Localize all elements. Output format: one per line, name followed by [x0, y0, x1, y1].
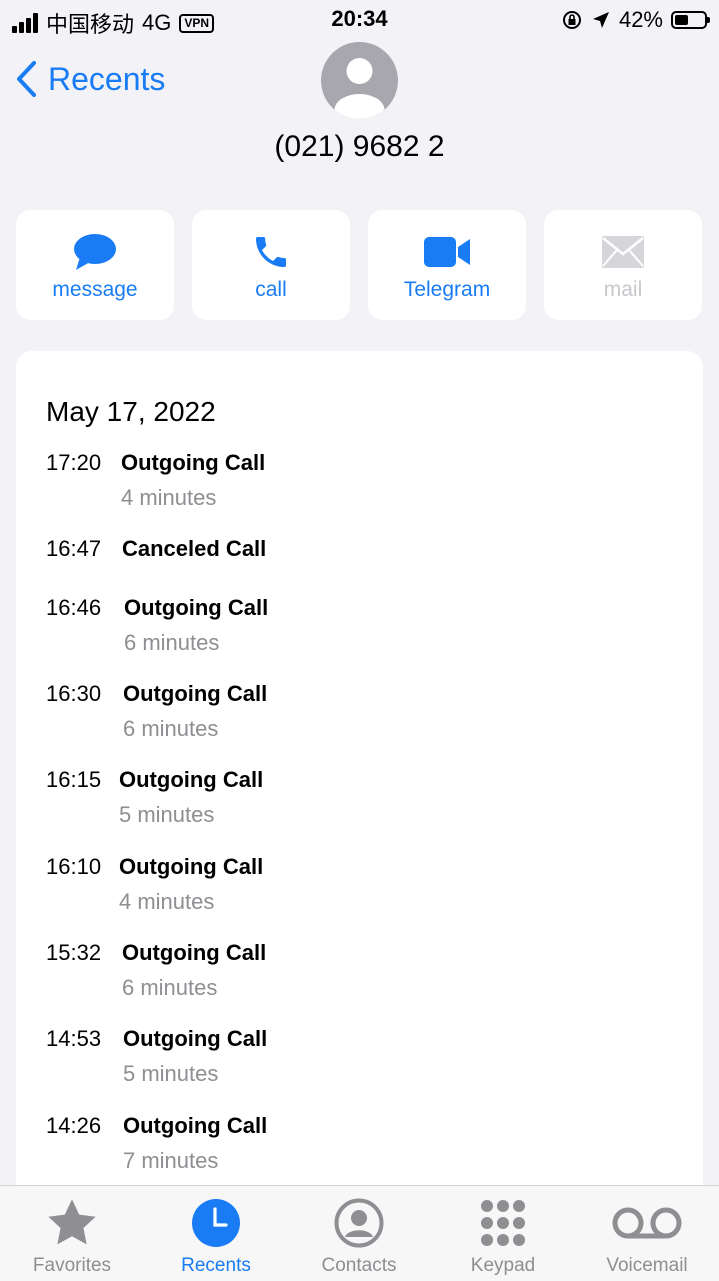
call-duration: 4 minutes	[121, 485, 217, 510]
call-time: 14:26	[46, 1113, 102, 1138]
person-circle-icon	[334, 1198, 384, 1248]
mail-button[interactable]: mail	[544, 210, 702, 320]
call-duration: 4 minutes	[119, 889, 215, 914]
tab-keypad[interactable]: Keypad	[431, 1186, 575, 1281]
call-history-card	[16, 351, 703, 1251]
tab-contacts[interactable]: Contacts	[287, 1186, 431, 1281]
call-time: 16:15	[46, 767, 102, 792]
voicemail-icon	[612, 1207, 682, 1239]
call-time: 16:10	[46, 854, 102, 879]
call-time: 16:30	[46, 681, 102, 706]
call-type: Outgoing Call	[123, 1113, 268, 1138]
history-date: May 17, 2022	[46, 396, 216, 427]
phone-icon	[256, 237, 286, 267]
status-right: 42%	[561, 7, 710, 33]
clock-icon	[192, 1199, 240, 1247]
call-duration: 6 minutes	[122, 975, 218, 1000]
location-arrow-icon	[592, 12, 609, 28]
tab-bar: Favorites Recents Contacts Keypad Voicem…	[0, 1185, 719, 1281]
tab-voicemail[interactable]: Voicemail	[575, 1186, 719, 1281]
star-icon	[48, 1199, 96, 1245]
person-silhouette-icon	[334, 58, 385, 119]
message-label: message	[52, 278, 138, 301]
call-time: 16:46	[46, 595, 102, 620]
status-bar: 中国移动 4G VPN 20:34 42%	[0, 0, 719, 40]
telegram-button[interactable]: Telegram	[368, 210, 526, 320]
battery-percent: 42%	[618, 7, 663, 32]
call-type: Canceled Call	[122, 536, 267, 561]
tab-label: Keypad	[470, 1255, 536, 1276]
tab-label: Favorites	[32, 1255, 112, 1276]
call-type: Outgoing Call	[123, 681, 268, 706]
tab-label: Voicemail	[606, 1255, 688, 1276]
call-time: 15:32	[46, 940, 102, 965]
tab-label: Recents	[181, 1255, 251, 1276]
call-time: 17:20	[46, 450, 102, 475]
call-duration: 5 minutes	[119, 802, 215, 827]
battery-icon	[671, 11, 710, 29]
call-type: Outgoing Call	[121, 450, 266, 475]
call-type: Outgoing Call	[122, 940, 267, 965]
message-button[interactable]: message	[16, 210, 174, 320]
call-type: Outgoing Call	[119, 854, 264, 879]
envelope-icon	[602, 236, 644, 268]
call-type: Outgoing Call	[124, 595, 269, 620]
telegram-label: Telegram	[403, 278, 491, 301]
call-type: Outgoing Call	[123, 1026, 268, 1051]
call-type: Outgoing Call	[119, 767, 264, 792]
back-button[interactable]: Recents	[14, 60, 165, 98]
call-duration: 6 minutes	[124, 630, 220, 655]
tab-favorites[interactable]: Favorites	[0, 1186, 144, 1281]
call-label: call	[255, 278, 287, 301]
message-bubble-icon	[74, 234, 116, 270]
orientation-lock-icon	[562, 11, 581, 29]
call-duration: 7 minutes	[123, 1148, 219, 1173]
call-time: 16:47	[46, 536, 102, 561]
contact-avatar	[321, 42, 398, 119]
call-duration: 5 minutes	[123, 1061, 219, 1086]
keypad-icon	[481, 1200, 525, 1246]
call-time: 14:53	[46, 1026, 102, 1051]
call-duration: 6 minutes	[123, 716, 219, 741]
tab-label: Contacts	[321, 1255, 397, 1276]
mail-label: mail	[603, 278, 643, 301]
tab-recents[interactable]: Recents	[144, 1186, 288, 1281]
video-camera-icon	[424, 237, 470, 267]
call-button[interactable]: call	[192, 210, 350, 320]
phone-number: (021) 9682 2	[274, 130, 445, 163]
back-label: Recents	[48, 60, 166, 97]
chevron-left-icon	[17, 61, 36, 97]
